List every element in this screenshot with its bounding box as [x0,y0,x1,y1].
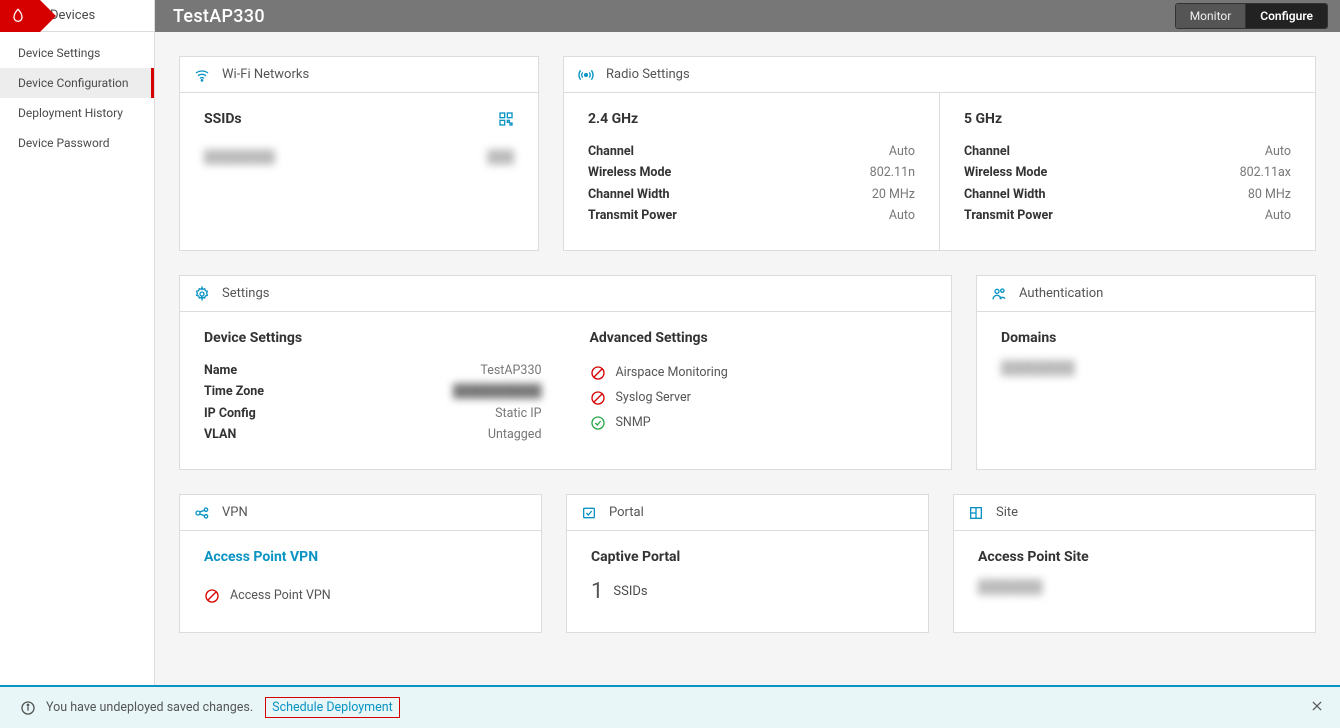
monitor-button[interactable]: Monitor [1176,4,1246,28]
configure-button[interactable]: Configure [1245,4,1327,28]
sidebar-item-device-configuration[interactable]: Device Configuration [0,68,154,98]
wifi-networks-card[interactable]: Wi-Fi Networks SSIDs ████████ ███ [179,56,539,251]
page-body: Wi-Fi Networks SSIDs ████████ ███ [155,32,1340,685]
site-card-title: Site [996,505,1018,520]
notification-text: You have undeployed saved changes. [46,700,253,715]
settings-card-title: Settings [222,286,269,301]
brand-logo [0,0,40,32]
authentication-icon [991,286,1007,302]
ssids-title: SSIDs [204,111,242,127]
qr-icon[interactable] [498,111,514,127]
radio-24ghz-title: 2.4 GHz [588,111,915,127]
advanced-settings-title: Advanced Settings [590,330,928,346]
portal-card[interactable]: Portal Captive Portal 1 SSIDs [566,494,929,633]
close-icon[interactable] [1310,699,1324,717]
portal-unit: SSIDs [613,584,647,599]
sidebar-item-deployment-history[interactable]: Deployment History [0,98,154,128]
sidebar-title[interactable]: Devices [50,8,95,23]
domains-title: Domains [1001,330,1291,346]
view-toggle: Monitor Configure [1175,3,1328,29]
sidebar-item-device-settings[interactable]: Device Settings [0,38,154,68]
site-section-title: Access Point Site [978,549,1291,565]
info-icon [20,700,36,716]
page-header: TestAP330 Monitor Configure [155,0,1340,32]
sidebar-header: Devices [0,0,154,32]
radio-card-title: Radio Settings [606,67,690,82]
radio-settings-card[interactable]: Radio Settings 2.4 GHz ChannelAuto Wirel… [563,56,1316,251]
ssid-value-placeholder: ███ [487,147,514,168]
site-icon [968,505,984,521]
radio-24ghz-column: 2.4 GHz ChannelAuto Wireless Mode802.11n… [564,93,939,250]
site-placeholder: ███████ [978,579,1291,595]
radio-5ghz-column: 5 GHz ChannelAuto Wireless Mode802.11ax … [939,93,1315,250]
vpn-card[interactable]: VPN Access Point VPN Access Point VPN [179,494,542,633]
device-settings-title: Device Settings [204,330,542,346]
captive-portal-title: Captive Portal [591,549,904,565]
wifi-card-title: Wi-Fi Networks [222,67,309,82]
authentication-card[interactable]: Authentication Domains ████████ [976,275,1316,470]
schedule-deployment-highlight: Schedule Deployment [265,697,400,718]
radio-icon [578,67,594,83]
advanced-settings-column: Advanced Settings Airspace Monitoring Sy… [566,312,952,469]
vpn-icon [194,505,210,521]
notification-bar: You have undeployed saved changes. Sched… [0,685,1340,728]
radio-5ghz-title: 5 GHz [964,111,1291,127]
portal-card-title: Portal [609,505,644,520]
schedule-deployment-link[interactable]: Schedule Deployment [272,700,393,715]
enabled-icon [590,415,606,431]
gear-icon [194,286,210,302]
settings-card[interactable]: Settings Device Settings NameTestAP330 T… [179,275,952,470]
vpn-section-title[interactable]: Access Point VPN [204,549,517,565]
sidebar-nav: Device Settings Device Configuration Dep… [0,32,154,158]
site-card[interactable]: Site Access Point Site ███████ [953,494,1316,633]
disabled-icon [204,588,220,604]
page: TestAP330 Monitor Configure Wi-Fi Networ… [155,0,1340,685]
portal-icon [581,505,597,521]
vpn-card-title: VPN [222,505,248,520]
wifi-icon [194,67,210,83]
page-title: TestAP330 [173,6,265,27]
device-settings-column: Device Settings NameTestAP330 Time Zone█… [180,312,566,469]
disabled-icon [590,390,606,406]
portal-count: 1 [591,579,603,604]
domain-placeholder: ████████ [1001,360,1291,376]
disabled-icon [590,365,606,381]
sidebar-item-device-password[interactable]: Device Password [0,128,154,158]
auth-card-title: Authentication [1019,286,1103,301]
ssid-name-placeholder: ████████ [204,147,275,168]
sidebar: Devices Device Settings Device Configura… [0,0,155,685]
